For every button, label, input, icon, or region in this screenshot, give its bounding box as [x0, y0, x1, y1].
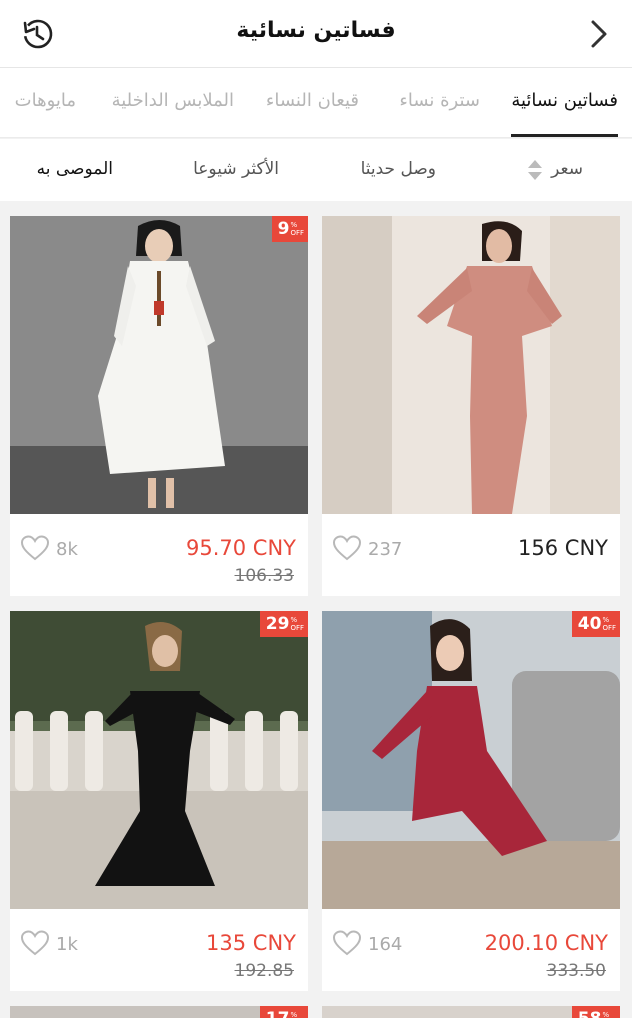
- product-image[interactable]: 40 % OFF: [322, 611, 620, 909]
- like-count: 8k: [56, 539, 78, 560]
- discount-badge: 29 % OFF: [259, 611, 308, 637]
- discount-badge: 17 %OFF: [259, 1006, 308, 1018]
- product-price: 156 CNY: [518, 536, 608, 560]
- sort-recommended[interactable]: الموصى به: [37, 159, 113, 179]
- product-price: 95.70 CNY: [186, 536, 296, 560]
- discount-badge: 9 % OFF: [271, 216, 308, 242]
- heart-icon[interactable]: [20, 534, 50, 562]
- sort-popular[interactable]: الأكثر شيوعا: [193, 159, 279, 179]
- tab-womens-dresses[interactable]: فساتين نسائية: [511, 90, 618, 111]
- original-price: 106.33: [234, 566, 294, 586]
- product-card[interactable]: 237 156 CNY: [322, 216, 620, 596]
- product-card[interactable]: 40 % OFF 164 200.10 CNY 333.50: [322, 611, 620, 991]
- product-grid: 9 % OFF 8k 95.70 CNY 106.33 237 156 CNY …: [0, 201, 632, 1018]
- sort-bar: سعر وصل حديثا الأكثر شيوعا الموصى به: [0, 139, 632, 201]
- product-image[interactable]: 58 %OFF: [322, 1006, 620, 1018]
- heart-icon[interactable]: [20, 929, 50, 957]
- product-image[interactable]: [322, 216, 620, 514]
- like-count: 164: [368, 934, 403, 955]
- product-image[interactable]: 29 % OFF: [10, 611, 308, 909]
- heart-icon[interactable]: [332, 929, 362, 957]
- heart-icon[interactable]: [332, 534, 362, 562]
- product-card[interactable]: 58 %OFF: [322, 1006, 620, 1018]
- like-count: 237: [368, 539, 403, 560]
- chevron-right-icon[interactable]: [578, 14, 618, 54]
- original-price: 333.50: [546, 961, 606, 981]
- product-card[interactable]: 17 %OFF: [10, 1006, 308, 1018]
- page-title: فساتين نسائية: [236, 18, 396, 43]
- tab-swimwear[interactable]: مايوهات: [15, 90, 76, 111]
- like-count: 1k: [56, 934, 78, 955]
- top-bar: فساتين نسائية: [0, 0, 632, 68]
- original-price: 192.85: [234, 961, 294, 981]
- discount-badge: 58 %OFF: [571, 1006, 620, 1018]
- sort-newest[interactable]: وصل حديثا: [361, 159, 436, 179]
- tab-womens-bottoms[interactable]: قيعان النساء: [266, 90, 359, 111]
- category-tabs: فساتين نسائية سترة نساء قيعان النساء الم…: [0, 68, 632, 138]
- product-card[interactable]: 29 % OFF 1k 135 CNY 192.85: [10, 611, 308, 991]
- product-price: 200.10 CNY: [484, 931, 608, 955]
- product-image[interactable]: 9 % OFF: [10, 216, 308, 514]
- tab-underwear[interactable]: الملابس الداخلية: [112, 90, 234, 111]
- sort-arrows-icon[interactable]: [526, 158, 544, 182]
- product-price: 135 CNY: [206, 931, 296, 955]
- discount-badge: 40 % OFF: [571, 611, 620, 637]
- active-tab-indicator: [511, 134, 618, 137]
- tab-womens-jackets[interactable]: سترة نساء: [399, 90, 480, 111]
- product-card[interactable]: 9 % OFF 8k 95.70 CNY 106.33: [10, 216, 308, 596]
- product-image[interactable]: 17 %OFF: [10, 1006, 308, 1018]
- sort-price[interactable]: سعر: [551, 159, 583, 179]
